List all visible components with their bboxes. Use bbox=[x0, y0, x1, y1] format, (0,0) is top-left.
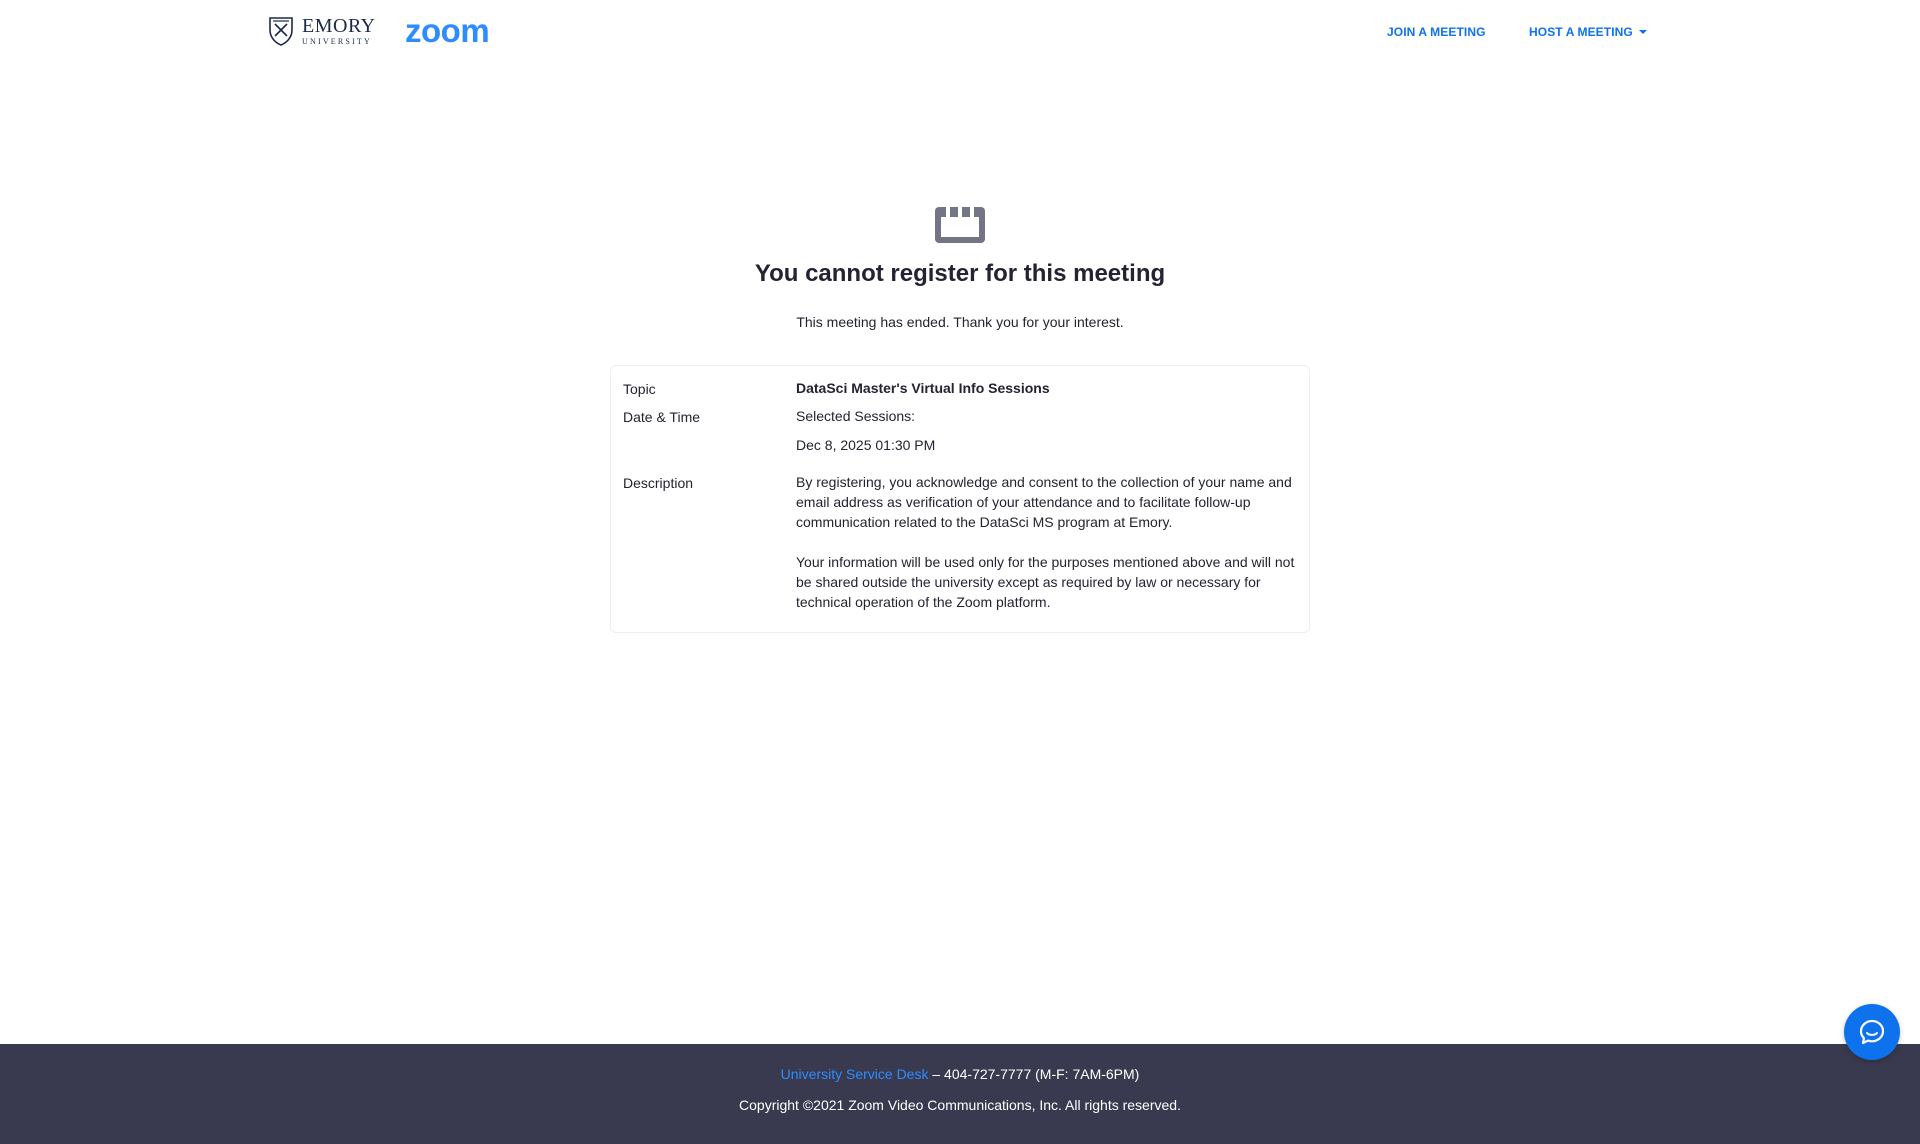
description-paragraph-2: Your information will be used only for t… bbox=[796, 554, 1295, 610]
service-desk-phone: – 404-727-7777 (M-F: 7AM-6PM) bbox=[928, 1066, 1140, 1082]
chat-bubble-icon bbox=[1859, 1019, 1885, 1045]
datetime-heading: Selected Sessions: bbox=[796, 408, 916, 424]
footer: University Service Desk – 404-727-7777 (… bbox=[0, 1044, 1920, 1144]
host-meeting-label: HOST A MEETING bbox=[1529, 25, 1633, 39]
join-meeting-link[interactable]: JOIN A MEETING bbox=[1387, 24, 1486, 40]
description-label: Description bbox=[623, 475, 694, 491]
meeting-details-card: Topic DataSci Master's Virtual Info Sess… bbox=[610, 365, 1310, 633]
header: EMORY UNIVERSITY zoom JOIN A MEETING HOS… bbox=[0, 0, 1920, 64]
chat-button[interactable] bbox=[1844, 1004, 1900, 1060]
datetime-value: Dec 8, 2025 01:30 PM bbox=[796, 437, 936, 453]
datetime-label: Date & Time bbox=[623, 409, 701, 425]
copyright-text: Copyright ©2021 Zoom Video Communication… bbox=[739, 1097, 1181, 1113]
chevron-down-icon bbox=[1638, 30, 1647, 34]
host-meeting-dropdown[interactable]: HOST A MEETING bbox=[1529, 24, 1647, 40]
description-paragraph-1: By registering, you acknowledge and cons… bbox=[796, 474, 1292, 530]
footer-support-line: University Service Desk – 404-727-7777 (… bbox=[0, 1065, 1920, 1083]
top-nav: JOIN A MEETING HOST A MEETING bbox=[0, 24, 1920, 40]
page-subtitle: This meeting has ended. Thank you for yo… bbox=[796, 314, 1124, 330]
service-desk-link[interactable]: University Service Desk bbox=[781, 1066, 929, 1082]
topic-label: Topic bbox=[623, 381, 656, 397]
page-title: You cannot register for this meeting bbox=[754, 260, 1166, 287]
topic-value: DataSci Master's Virtual Info Sessions bbox=[796, 380, 1050, 396]
calendar-ended-icon bbox=[935, 205, 985, 243]
page: EMORY UNIVERSITY zoom JOIN A MEETING HOS… bbox=[0, 0, 1920, 1144]
